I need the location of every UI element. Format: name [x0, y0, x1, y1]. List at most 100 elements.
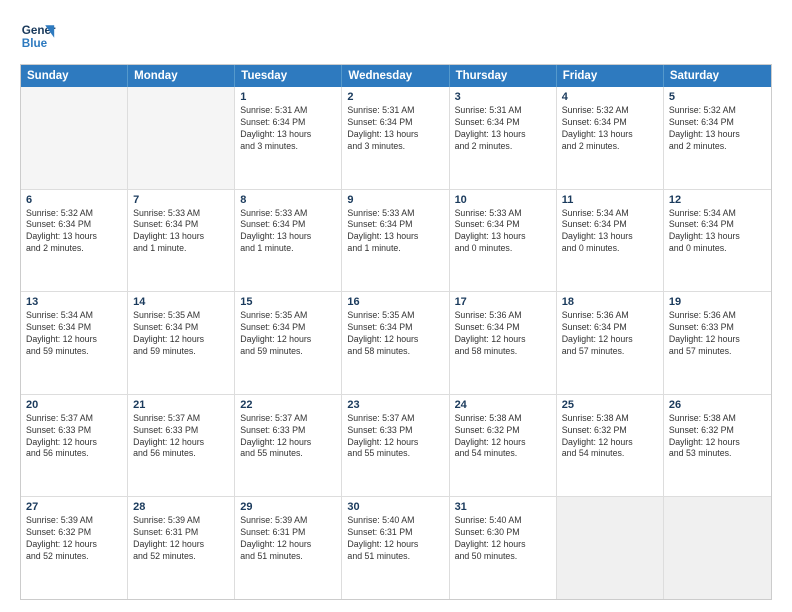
cell-line: Sunset: 6:33 PM: [133, 425, 229, 437]
calendar-cell: 29Sunrise: 5:39 AMSunset: 6:31 PMDayligh…: [235, 497, 342, 599]
day-number: 23: [347, 399, 443, 411]
cell-line: and 59 minutes.: [240, 346, 336, 358]
calendar-cell: 14Sunrise: 5:35 AMSunset: 6:34 PMDayligh…: [128, 292, 235, 394]
cell-line: Daylight: 13 hours: [455, 129, 551, 141]
weekday-header: Monday: [128, 65, 235, 87]
weekday-header: Sunday: [21, 65, 128, 87]
day-number: 20: [26, 399, 122, 411]
cell-line: Daylight: 13 hours: [26, 231, 122, 243]
cell-line: Sunset: 6:32 PM: [562, 425, 658, 437]
day-number: 18: [562, 296, 658, 308]
cell-line: Sunset: 6:34 PM: [562, 219, 658, 231]
cell-line: Daylight: 13 hours: [347, 129, 443, 141]
cell-line: and 3 minutes.: [240, 141, 336, 153]
calendar-cell: 1Sunrise: 5:31 AMSunset: 6:34 PMDaylight…: [235, 87, 342, 189]
cell-line: Sunrise: 5:36 AM: [562, 310, 658, 322]
cell-line: Sunrise: 5:35 AM: [240, 310, 336, 322]
cell-line: Sunrise: 5:37 AM: [240, 413, 336, 425]
cell-line: Sunrise: 5:34 AM: [669, 208, 766, 220]
day-number: 29: [240, 501, 336, 513]
cell-line: and 52 minutes.: [133, 551, 229, 563]
cell-line: Sunset: 6:31 PM: [240, 527, 336, 539]
day-number: 12: [669, 194, 766, 206]
cell-line: Daylight: 13 hours: [562, 231, 658, 243]
logo: General Blue: [20, 18, 56, 54]
calendar-cell: 5Sunrise: 5:32 AMSunset: 6:34 PMDaylight…: [664, 87, 771, 189]
calendar-row: 13Sunrise: 5:34 AMSunset: 6:34 PMDayligh…: [21, 291, 771, 394]
cell-line: Sunset: 6:34 PM: [562, 117, 658, 129]
cell-line: and 56 minutes.: [26, 448, 122, 460]
calendar-cell: [128, 87, 235, 189]
logo-icon: General Blue: [20, 18, 56, 54]
calendar-cell: 15Sunrise: 5:35 AMSunset: 6:34 PMDayligh…: [235, 292, 342, 394]
calendar-cell: [21, 87, 128, 189]
cell-line: Sunrise: 5:39 AM: [133, 515, 229, 527]
cell-line: and 55 minutes.: [347, 448, 443, 460]
calendar-cell: 6 Sunrise: 5:32 AMSunset: 6:34 PMDaylight…: [21, 190, 128, 292]
cell-line: and 54 minutes.: [562, 448, 658, 460]
cell-line: Sunset: 6:32 PM: [26, 527, 122, 539]
calendar-cell: 17Sunrise: 5:36 AMSunset: 6:34 PMDayligh…: [450, 292, 557, 394]
calendar-cell: 9Sunrise: 5:33 AMSunset: 6:34 PMDaylight…: [342, 190, 449, 292]
cell-line: Sunset: 6:34 PM: [455, 219, 551, 231]
cell-line: Sunrise: 5:32 AM: [669, 105, 766, 117]
day-number: 24: [455, 399, 551, 411]
calendar-cell: 31Sunrise: 5:40 AMSunset: 6:30 PMDayligh…: [450, 497, 557, 599]
svg-text:Blue: Blue: [22, 37, 48, 50]
day-number: 5: [669, 91, 766, 103]
calendar-cell: 2Sunrise: 5:31 AMSunset: 6:34 PMDaylight…: [342, 87, 449, 189]
cell-line: and 59 minutes.: [26, 346, 122, 358]
cell-line: Sunrise: 5:37 AM: [133, 413, 229, 425]
weekday-header: Friday: [557, 65, 664, 87]
cell-line: Daylight: 12 hours: [347, 334, 443, 346]
cell-line: Sunset: 6:33 PM: [240, 425, 336, 437]
cell-line: Sunset: 6:34 PM: [669, 219, 766, 231]
calendar-cell: 3Sunrise: 5:31 AMSunset: 6:34 PMDaylight…: [450, 87, 557, 189]
day-number: 25: [562, 399, 658, 411]
calendar-row: 27Sunrise: 5:39 AMSunset: 6:32 PMDayligh…: [21, 496, 771, 599]
cell-line: and 1 minute.: [240, 243, 336, 255]
day-number: 15: [240, 296, 336, 308]
cell-line: Daylight: 12 hours: [669, 334, 766, 346]
day-number: 13: [26, 296, 122, 308]
page: General Blue SundayMondayTuesdayWednesda…: [0, 0, 792, 612]
day-number: 27: [26, 501, 122, 513]
calendar-header: SundayMondayTuesdayWednesdayThursdayFrid…: [21, 65, 771, 87]
cell-line: Sunrise: 5:35 AM: [133, 310, 229, 322]
day-number: 30: [347, 501, 443, 513]
day-number: 10: [455, 194, 551, 206]
calendar-cell: 11Sunrise: 5:34 AMSunset: 6:34 PMDayligh…: [557, 190, 664, 292]
day-number: 7: [133, 194, 229, 206]
cell-line: Sunrise: 5:35 AM: [347, 310, 443, 322]
day-number: 2: [347, 91, 443, 103]
cell-line: Sunset: 6:34 PM: [240, 219, 336, 231]
weekday-header: Tuesday: [235, 65, 342, 87]
cell-line: and 51 minutes.: [347, 551, 443, 563]
cell-line: Sunrise: 5:32 AM: [26, 208, 122, 220]
cell-line: and 58 minutes.: [455, 346, 551, 358]
cell-line: Daylight: 12 hours: [455, 539, 551, 551]
cell-line: Sunset: 6:34 PM: [26, 219, 122, 231]
cell-line: Sunset: 6:34 PM: [240, 322, 336, 334]
cell-line: Daylight: 12 hours: [26, 539, 122, 551]
cell-line: and 53 minutes.: [669, 448, 766, 460]
cell-line: Sunrise: 5:40 AM: [455, 515, 551, 527]
calendar-cell: 25Sunrise: 5:38 AMSunset: 6:32 PMDayligh…: [557, 395, 664, 497]
day-number: 14: [133, 296, 229, 308]
cell-line: Sunset: 6:31 PM: [347, 527, 443, 539]
calendar-cell: 16Sunrise: 5:35 AMSunset: 6:34 PMDayligh…: [342, 292, 449, 394]
cell-line: Daylight: 13 hours: [455, 231, 551, 243]
cell-line: and 56 minutes.: [133, 448, 229, 460]
cell-line: and 58 minutes.: [347, 346, 443, 358]
day-number: 6: [26, 194, 122, 206]
calendar-row: 1Sunrise: 5:31 AMSunset: 6:34 PMDaylight…: [21, 87, 771, 189]
day-number: 11: [562, 194, 658, 206]
cell-line: Sunset: 6:34 PM: [455, 322, 551, 334]
calendar-cell: 21Sunrise: 5:37 AMSunset: 6:33 PMDayligh…: [128, 395, 235, 497]
day-number: 28: [133, 501, 229, 513]
cell-line: Daylight: 12 hours: [240, 539, 336, 551]
calendar-cell: 20Sunrise: 5:37 AMSunset: 6:33 PMDayligh…: [21, 395, 128, 497]
weekday-header: Wednesday: [342, 65, 449, 87]
cell-line: Sunrise: 5:38 AM: [669, 413, 766, 425]
cell-line: Sunrise: 5:40 AM: [347, 515, 443, 527]
